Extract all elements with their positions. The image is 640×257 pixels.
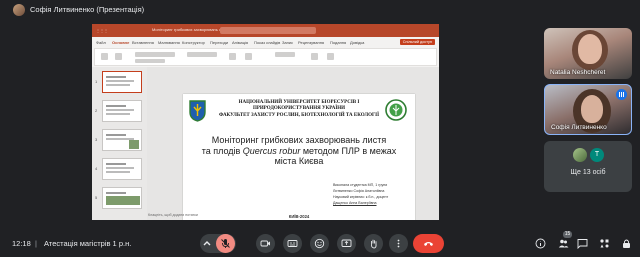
menu-review[interactable]: Рецензування xyxy=(298,40,324,45)
paragraph-buttons[interactable] xyxy=(187,52,217,57)
university-logo xyxy=(385,99,407,121)
leave-call-button[interactable] xyxy=(413,234,444,253)
app-launcher-icon[interactable]: ⋮⋮⋮ xyxy=(96,28,108,33)
presenter-bar: Софія Литвиненко (Презентація) xyxy=(0,0,640,22)
present-button[interactable] xyxy=(337,234,356,253)
menu-draw[interactable]: Малювання xyxy=(158,40,180,45)
menu-slideshow[interactable]: Показ слайдів xyxy=(254,40,280,45)
avatar xyxy=(573,148,587,162)
menu-help[interactable]: Довідка xyxy=(350,40,364,45)
shared-screen: ⋮⋮⋮ Моніторинг грибкових захворювань лис… xyxy=(92,24,439,220)
camera-toggle-button[interactable] xyxy=(256,234,275,253)
slide-thumbnails: 1 2 3 4 5 xyxy=(92,67,147,220)
present-icon xyxy=(341,239,352,247)
coat-of-arms-logo xyxy=(189,100,206,122)
captions-icon xyxy=(287,240,298,247)
menu-home[interactable]: Основне xyxy=(112,40,129,45)
menu-file[interactable]: Файл xyxy=(96,40,106,45)
clock: 12:18 xyxy=(12,239,31,248)
mic-toggle-button[interactable] xyxy=(216,234,235,253)
chat-icon[interactable] xyxy=(577,238,588,249)
font-name-select[interactable] xyxy=(135,52,175,57)
others-label: Ще 13 осіб xyxy=(570,169,606,176)
hangup-icon xyxy=(424,242,433,246)
participant-name: Софія Литвиненко xyxy=(551,124,607,131)
city-year: КИЇВ-2024 xyxy=(288,214,310,219)
presenter-label: Софія Литвиненко (Презентація) xyxy=(30,5,145,14)
participant-tile[interactable]: Natalia Neshcheret xyxy=(544,28,632,79)
participant-name: Natalia Neshcheret xyxy=(550,69,606,76)
meeting-title: Атестація магістрів 1 р.н. xyxy=(44,239,132,248)
slide-thumbnail[interactable]: 2 xyxy=(95,100,142,122)
slide-thumbnail[interactable]: 1 xyxy=(95,71,142,93)
emoji-icon xyxy=(314,238,325,249)
menu-transitions[interactable]: Переходи xyxy=(210,40,228,45)
current-slide[interactable]: НАЦІОНАЛЬНИЙ УНІВЕРСИТЕТ БІОРЕСУРСІВ І П… xyxy=(183,94,415,220)
participant-tile-speaking[interactable]: Софія Литвиненко xyxy=(544,84,632,135)
slide-workspace: НАЦІОНАЛЬНИЙ УНІВЕРСИТЕТ БІОРЕСУРСІВ І П… xyxy=(147,67,439,220)
menu-view[interactable]: Подання xyxy=(330,40,346,45)
shapes-icon[interactable] xyxy=(229,53,236,60)
menu-design[interactable]: Конструктор xyxy=(182,40,205,45)
slide-thumbnail[interactable]: 4 xyxy=(95,158,142,180)
university-header: НАЦІОНАЛЬНИЙ УНІВЕРСИТЕТ БІОРЕСУРСІВ І П… xyxy=(218,100,380,118)
search-box[interactable] xyxy=(220,27,316,34)
designer-icon[interactable] xyxy=(327,53,334,60)
raise-hand-button[interactable] xyxy=(364,234,383,253)
font-format-buttons[interactable] xyxy=(135,59,165,63)
share-button[interactable]: Спільний доступ xyxy=(399,39,435,45)
people-count-badge: 15 xyxy=(563,231,572,238)
slide-thumbnail[interactable]: 5 xyxy=(95,187,142,209)
powerpoint-titlebar: ⋮⋮⋮ Моніторинг грибкових захворювань лис… xyxy=(92,24,439,37)
arrange-icon[interactable] xyxy=(245,53,252,60)
info-icon[interactable] xyxy=(535,238,546,249)
caret-up-icon[interactable] xyxy=(202,239,212,249)
menu-animations[interactable]: Анімація xyxy=(232,40,248,45)
more-options-button[interactable] xyxy=(389,234,408,253)
raise-hand-icon xyxy=(370,239,377,249)
slide-title: Моніторинг грибкових захворювань листя т… xyxy=(201,135,397,166)
find-button[interactable] xyxy=(275,52,295,57)
slide-thumbnail[interactable]: 3 xyxy=(95,129,142,151)
others-tile[interactable]: T Ще 13 осіб xyxy=(544,141,632,192)
new-slide-icon[interactable] xyxy=(115,53,122,60)
more-icon xyxy=(397,239,400,248)
mic-off-icon xyxy=(221,239,230,248)
captions-button[interactable] xyxy=(283,234,302,253)
divider: | xyxy=(35,239,37,248)
activities-icon[interactable] xyxy=(599,238,610,249)
menu-insert[interactable]: Вставлення xyxy=(132,40,154,45)
menu-record[interactable]: Запис xyxy=(282,40,293,45)
paste-icon[interactable] xyxy=(101,53,108,60)
avatar: T xyxy=(590,148,604,162)
reactions-button[interactable] xyxy=(310,234,329,253)
camera-off-icon xyxy=(260,240,270,247)
meeting-controls: 12:18 | Атестація магістрів 1 р.н. xyxy=(0,228,640,257)
speaking-indicator-icon xyxy=(616,89,627,100)
author-block: Виконала студентка МП, 1 групи Литвиненк… xyxy=(333,183,389,205)
notes-placeholder[interactable]: Клацніть, щоб додати нотатки xyxy=(148,213,198,217)
ribbon-tabs: Файл Основне Вставлення Малювання Констр… xyxy=(92,37,439,47)
dictate-icon[interactable] xyxy=(311,53,318,60)
lock-icon[interactable] xyxy=(621,238,632,249)
presenter-avatar xyxy=(13,4,25,16)
ribbon-toolbar xyxy=(94,48,437,66)
people-icon[interactable] xyxy=(558,238,569,249)
